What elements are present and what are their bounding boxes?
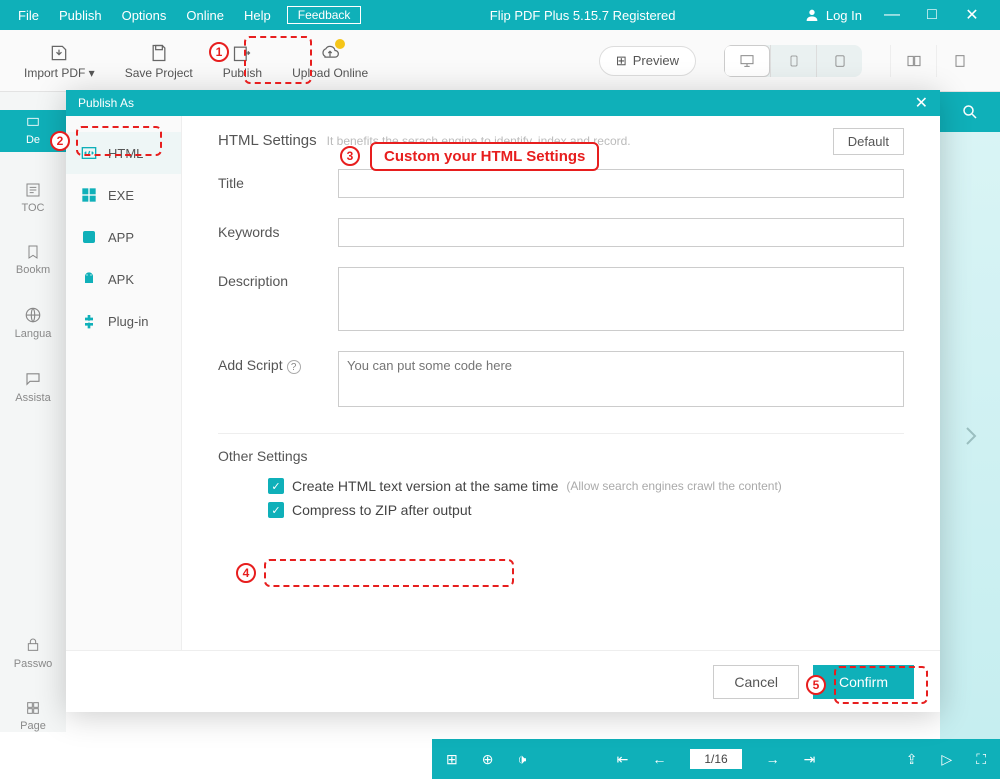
feedback-button[interactable]: Feedback: [287, 6, 362, 24]
page-next-arrow[interactable]: [940, 132, 1000, 739]
app-title: Flip PDF Plus 5.15.7 Registered: [361, 8, 803, 23]
publish-type-html[interactable]: HTML: [66, 132, 181, 174]
page-indicator[interactable]: 1/16: [690, 749, 741, 769]
preview-icon: ⊞: [616, 53, 627, 69]
callout-num-4: 4: [236, 563, 256, 583]
callout-num-3: 3: [340, 146, 360, 166]
book-view-group: [890, 45, 982, 77]
login-label: Log In: [826, 8, 862, 23]
checkbox-compress-zip[interactable]: ✓ Compress to ZIP after output: [268, 502, 904, 518]
menu-help[interactable]: Help: [234, 8, 281, 23]
first-page-icon[interactable]: ⇤: [617, 751, 629, 768]
confirm-button[interactable]: Confirm: [813, 665, 914, 699]
apk-icon: [80, 270, 98, 288]
callout-label-3: Custom your HTML Settings: [370, 142, 599, 171]
menubar: File Publish Options Online Help Feedbac…: [0, 0, 1000, 30]
device-phone[interactable]: [770, 45, 816, 77]
publish-type-apk[interactable]: APK: [66, 258, 181, 300]
maximize-button[interactable]: □: [912, 6, 952, 24]
label-keywords: Keywords: [218, 218, 338, 240]
publish-icon: [231, 42, 253, 64]
import-pdf-button[interactable]: Import PDF ▾: [18, 38, 101, 84]
menu-publish[interactable]: Publish: [49, 8, 112, 23]
check-icon: ✓: [268, 478, 284, 494]
preview-button[interactable]: ⊞ Preview: [599, 46, 696, 76]
zoom-icon[interactable]: ⊕: [482, 751, 494, 768]
modal-main: HTML Settings It benefits the serach eng…: [182, 116, 940, 650]
modal-title: Publish As: [78, 96, 134, 110]
device-desktop[interactable]: [724, 45, 770, 77]
other-settings-heading: Other Settings: [218, 448, 904, 464]
input-title[interactable]: [338, 169, 904, 198]
publish-type-exe[interactable]: EXE: [66, 174, 181, 216]
plugin-icon: [80, 312, 98, 330]
label-addscript: Add Script?: [218, 351, 338, 374]
label-title: Title: [218, 169, 338, 191]
import-icon: [48, 42, 70, 64]
menu-file[interactable]: File: [8, 8, 49, 23]
last-page-icon[interactable]: ⇥: [804, 751, 816, 768]
upload-online-button[interactable]: Upload Online: [286, 38, 374, 84]
share-icon[interactable]: ⇪: [906, 751, 918, 768]
preview-label: Preview: [633, 53, 679, 68]
cancel-button[interactable]: Cancel: [713, 665, 799, 699]
check-icon: ✓: [268, 502, 284, 518]
input-addscript[interactable]: [338, 351, 904, 407]
app-icon: [80, 228, 98, 246]
upload-icon: [318, 42, 342, 64]
autoflip-icon[interactable]: ▷: [941, 751, 952, 768]
nav-assistant[interactable]: Assista: [15, 370, 50, 404]
left-nav: De TOC Bookm Langua Assista Passwo Page: [0, 92, 66, 732]
sound-icon[interactable]: 🕩: [517, 751, 526, 768]
user-icon: [804, 7, 820, 23]
publish-type-app[interactable]: APP: [66, 216, 181, 258]
callout-num-1: 1: [209, 42, 229, 62]
html-settings-heading: HTML Settings: [218, 132, 317, 149]
save-label: Save Project: [125, 66, 193, 80]
close-button[interactable]: ✕: [952, 5, 992, 25]
viewer-bar: ⊞ ⊕ 🕩 ⇤ ← 1/16 → ⇥ ⇪ ▷ ⛶: [432, 739, 1000, 779]
login-button[interactable]: Log In: [804, 7, 862, 23]
publish-type-sidebar: HTML EXE APP APK Plug-in: [66, 116, 182, 650]
nav-toc[interactable]: TOC: [21, 182, 44, 214]
next-page-icon[interactable]: →: [766, 751, 780, 767]
input-keywords[interactable]: [338, 218, 904, 247]
import-label: Import PDF ▾: [24, 66, 95, 80]
html-icon: [80, 144, 98, 162]
callout-num-2: 2: [50, 131, 70, 151]
nav-page[interactable]: Page: [20, 700, 46, 732]
publish-modal: Publish As ✕ HTML EXE APP APK Plug-in HT…: [66, 90, 940, 712]
minimize-button[interactable]: —: [872, 6, 912, 24]
menu-online[interactable]: Online: [176, 8, 234, 23]
search-panel-icon[interactable]: [940, 92, 1000, 132]
prev-page-icon[interactable]: ←: [652, 751, 666, 767]
checkbox-html-text-version[interactable]: ✓ Create HTML text version at the same t…: [268, 478, 904, 494]
upload-label: Upload Online: [292, 66, 368, 80]
publish-type-plugin[interactable]: Plug-in: [66, 300, 181, 342]
toolbar: Import PDF ▾ Save Project Publish Upload…: [0, 30, 1000, 92]
publish-label: Publish: [223, 66, 262, 80]
modal-close-icon[interactable]: ✕: [915, 93, 928, 113]
book-open-icon[interactable]: [890, 45, 936, 77]
default-button[interactable]: Default: [833, 128, 904, 155]
thumbnails-icon[interactable]: ⊞: [446, 751, 458, 768]
exe-icon: [80, 186, 98, 204]
nav-password[interactable]: Passwo: [14, 636, 53, 670]
modal-header: Publish As ✕: [66, 90, 940, 116]
fullscreen-icon[interactable]: ⛶: [976, 751, 986, 768]
device-group: [724, 45, 862, 77]
device-tablet[interactable]: [816, 45, 862, 77]
book-single-icon[interactable]: [936, 45, 982, 77]
input-description[interactable]: [338, 267, 904, 331]
menu-options[interactable]: Options: [112, 8, 177, 23]
callout-num-5: 5: [806, 675, 826, 695]
nav-language[interactable]: Langua: [15, 306, 52, 340]
nav-bookmark[interactable]: Bookm: [16, 244, 50, 276]
label-description: Description: [218, 267, 338, 289]
save-project-button[interactable]: Save Project: [119, 38, 199, 84]
help-icon[interactable]: ?: [287, 360, 301, 374]
save-icon: [149, 42, 169, 64]
